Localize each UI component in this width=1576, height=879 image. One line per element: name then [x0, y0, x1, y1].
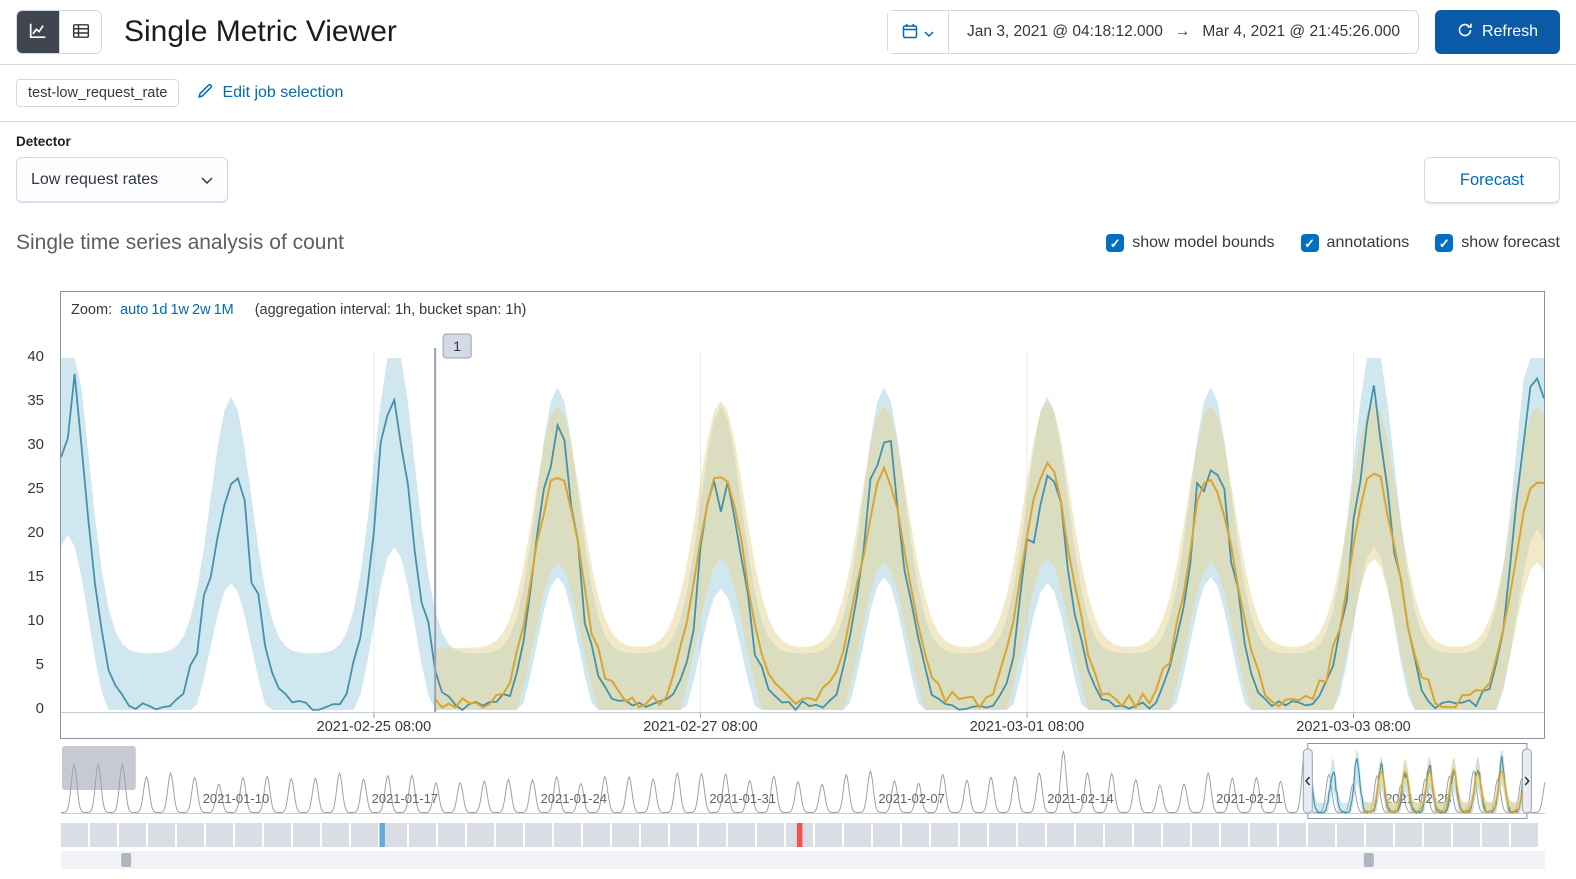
detector-selected-option: Low request rates [31, 171, 159, 188]
context-x-axis-label: 2021-01-31 [709, 791, 776, 806]
aggregation-info: (aggregation interval: 1h, bucket span: … [254, 302, 527, 318]
checkbox-show-model-bounds[interactable]: ✓ show model bounds [1106, 234, 1275, 252]
context-x-axis-label: 2021-02-07 [878, 791, 945, 806]
zoom-label: Zoom: [71, 302, 113, 318]
checkbox-label: show model bounds [1132, 234, 1275, 251]
checkbox-box[interactable]: ✓ [1300, 234, 1319, 252]
context-x-axis-label: 2021-01-17 [372, 791, 439, 806]
annotation-lane-marker[interactable] [121, 853, 132, 867]
zoom-option-2w[interactable]: 2w [192, 302, 211, 318]
zoom-links: auto 1d 1w 2w 1M [120, 302, 237, 318]
zoom-option-auto[interactable]: auto [120, 302, 148, 318]
y-axis-label: 10 [27, 612, 44, 629]
data-table-icon [72, 22, 90, 43]
detector-select[interactable]: Low request rates [16, 157, 228, 203]
context-x-axis-label: 2021-02-21 [1216, 791, 1283, 806]
y-axis-label: 5 [35, 656, 44, 673]
zoom-option-1M[interactable]: 1M [214, 302, 234, 318]
checkbox-box[interactable]: ✓ [1106, 234, 1125, 252]
brush-handle-left[interactable] [1302, 748, 1313, 814]
pencil-icon [197, 82, 214, 104]
detector-section: Detector Low request rates Forecast [0, 122, 1576, 203]
zoom-option-1w[interactable]: 1w [170, 302, 189, 318]
y-axis-label: 30 [27, 436, 44, 453]
anomaly-marker-critical[interactable] [796, 823, 803, 847]
x-axis-label: 2021-02-25 08:00 [317, 719, 432, 735]
chart-view-button[interactable] [17, 11, 59, 53]
context-overview-chart[interactable]: 2021-01-10 2021-01-17 2021-01-24 2021-01-31… [0, 743, 1576, 871]
y-axis-label: 0 [35, 700, 44, 717]
chevron-down-icon [924, 25, 934, 40]
svg-text:1: 1 [453, 338, 461, 354]
job-id-badge: test-low_request_rate [16, 79, 180, 107]
page-title: Single Metric Viewer [124, 15, 397, 48]
super-date-picker: Jan 3, 2021 @ 04:18:12.000 → Mar 4, 2021… [887, 10, 1419, 54]
chart-option-checkboxes: ✓ show model bounds ✓ annotations ✓ show fore… [1106, 234, 1560, 252]
annotation-badge[interactable]: 1 [442, 333, 472, 359]
x-axis-label: 2021-02-27 08:00 [643, 719, 758, 735]
context-x-axis-label: 2021-01-10 [203, 791, 270, 806]
single-metric-chart[interactable]: 2021-02-25 08:00 2021-02-27 08:00 2021-03-… [61, 328, 1544, 738]
context-x-axis-label: 2021-01-24 [541, 791, 608, 806]
y-axis-label: 20 [27, 524, 44, 541]
job-selection-bar: test-low_request_rate Edit job selection [0, 65, 1576, 122]
edit-link-label: Edit job selection [222, 84, 344, 101]
range-start[interactable]: Jan 3, 2021 @ 04:18:12.000 [967, 23, 1163, 41]
zoom-bar: Zoom: auto 1d 1w 2w 1M (aggregation interval… [61, 292, 1544, 328]
series-heading-row: Single time series analysis of count ✓ sh… [0, 203, 1576, 275]
calendar-icon [902, 23, 918, 42]
view-toggle-group [16, 10, 102, 54]
anomaly-marker-low[interactable] [379, 823, 385, 847]
forecast-button[interactable]: Forecast [1424, 157, 1560, 203]
page-header: Single Metric Viewer Jan 3, 2021 @ 04:18… [0, 0, 1576, 65]
refresh-icon [1457, 22, 1473, 43]
data-table-view-button[interactable] [59, 11, 101, 53]
range-end[interactable]: Mar 4, 2021 @ 21:45:26.000 [1202, 23, 1400, 41]
checkbox-box[interactable]: ✓ [1435, 234, 1454, 252]
series-heading: Single time series analysis of count [16, 231, 344, 254]
refresh-button[interactable]: Refresh [1434, 10, 1560, 54]
checkbox-show-forecast[interactable]: ✓ show forecast [1435, 234, 1560, 252]
timeseries-chart-region: 0 5 10 15 20 25 30 35 40 Zoom: auto 1d 1w 2w 1M (agg… [0, 291, 1576, 871]
y-axis-label: 40 [27, 348, 44, 365]
checkbox-annotations[interactable]: ✓ annotations [1300, 234, 1410, 252]
select-chevron-down-icon [201, 171, 213, 189]
checkbox-label: annotations [1326, 234, 1410, 251]
x-axis-label: 2021-03-03 08:00 [1296, 719, 1411, 735]
line-chart-icon [29, 22, 47, 43]
date-range-display[interactable]: Jan 3, 2021 @ 04:18:12.000 → Mar 4, 2021… [949, 23, 1418, 41]
annotations-lane [61, 851, 1545, 869]
anomaly-swimlane[interactable] [61, 823, 1538, 847]
annotation-lane-marker[interactable] [1363, 853, 1374, 867]
detector-label: Detector [16, 134, 71, 149]
refresh-label: Refresh [1481, 23, 1538, 40]
checkbox-label: show forecast [1461, 234, 1560, 251]
brush-handle-right[interactable] [1521, 748, 1532, 814]
edit-job-selection-link[interactable]: Edit job selection [197, 82, 343, 104]
arrow-right-icon: → [1174, 23, 1191, 40]
timeseries-chart-panel: Zoom: auto 1d 1w 2w 1M (aggregation interval… [60, 291, 1545, 739]
y-axis-label: 25 [27, 480, 44, 497]
y-axis-label: 35 [27, 392, 44, 409]
date-picker-quick-menu-button[interactable] [888, 11, 950, 53]
x-axis-label: 2021-03-01 08:00 [970, 719, 1085, 735]
context-x-axis-label: 2021-02-14 [1047, 791, 1114, 806]
y-axis-label: 15 [27, 568, 44, 585]
zoom-option-1d[interactable]: 1d [151, 302, 167, 318]
